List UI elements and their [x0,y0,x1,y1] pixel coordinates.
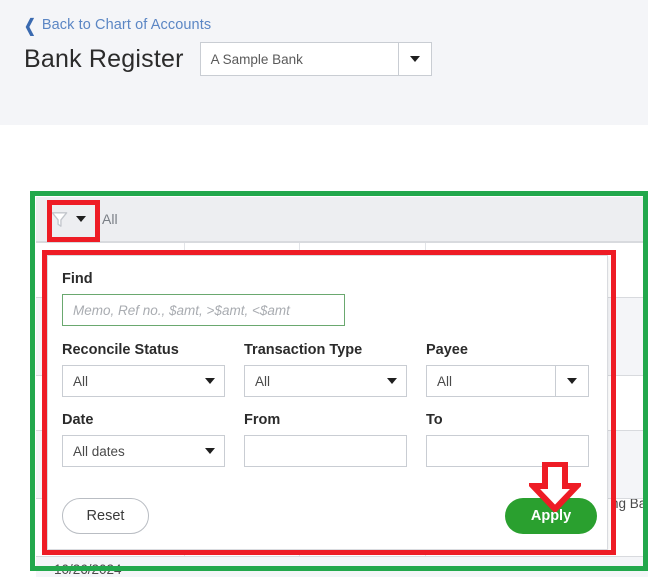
account-select-value: A Sample Bank [210,51,303,67]
transaction-type-select[interactable]: All [244,365,407,397]
chevron-down-icon [387,378,397,384]
reconcile-status-select[interactable]: All [62,365,225,397]
date-label: Date [62,412,94,428]
account-select-dropdown[interactable]: A Sample Bank [199,42,432,76]
chevron-down-icon [76,216,86,222]
date-value: All dates [73,443,125,459]
date-arrow[interactable] [196,448,224,454]
funnel-icon [51,211,68,227]
date-select[interactable]: All dates [62,435,225,467]
apply-button[interactable]: Apply [505,498,597,534]
chevron-down-icon [567,378,577,384]
back-to-chart-of-accounts-link[interactable]: ❮ Back to Chart of Accounts [24,15,212,35]
find-input[interactable]: Memo, Ref no., $amt, >$amt, <$amt [62,294,345,326]
reconcile-status-value: All [73,373,89,389]
filter-panel: Find Memo, Ref no., $amt, >$amt, <$amt R… [47,255,608,550]
register-toolbar: All [36,197,648,242]
table-row[interactable] [36,556,648,577]
account-select-arrow-box[interactable] [397,43,431,75]
page-header: ❮ Back to Chart of Accounts Bank Registe… [0,0,648,125]
filter-label: All [102,211,118,227]
to-label: To [426,412,443,428]
from-date-input[interactable] [244,435,407,467]
back-link-label: Back to Chart of Accounts [41,17,212,33]
reconcile-status-label: Reconcile Status [62,342,179,358]
payee-select[interactable]: All [426,365,589,397]
find-label: Find [62,271,93,287]
table-cell-date: 10/26/2024 [54,562,122,577]
payee-value: All [437,373,453,389]
chevron-down-icon [205,378,215,384]
chevron-down-icon [409,56,420,62]
from-label: From [244,412,281,428]
title-row: Bank Register A Sample Bank [24,42,432,76]
page-title: Bank Register [24,44,184,73]
filter-button[interactable]: All [50,210,118,229]
payee-arrow-box[interactable] [555,366,588,396]
payee-label: Payee [426,342,468,358]
to-date-input[interactable] [426,435,589,467]
transaction-type-arrow[interactable] [378,378,406,384]
transaction-type-label: Transaction Type [244,342,363,358]
chevron-left-icon: ❮ [24,15,36,35]
chevron-down-icon [205,448,215,454]
reset-button[interactable]: Reset [62,498,149,534]
reconcile-status-arrow[interactable] [196,378,224,384]
transaction-type-value: All [255,373,271,389]
